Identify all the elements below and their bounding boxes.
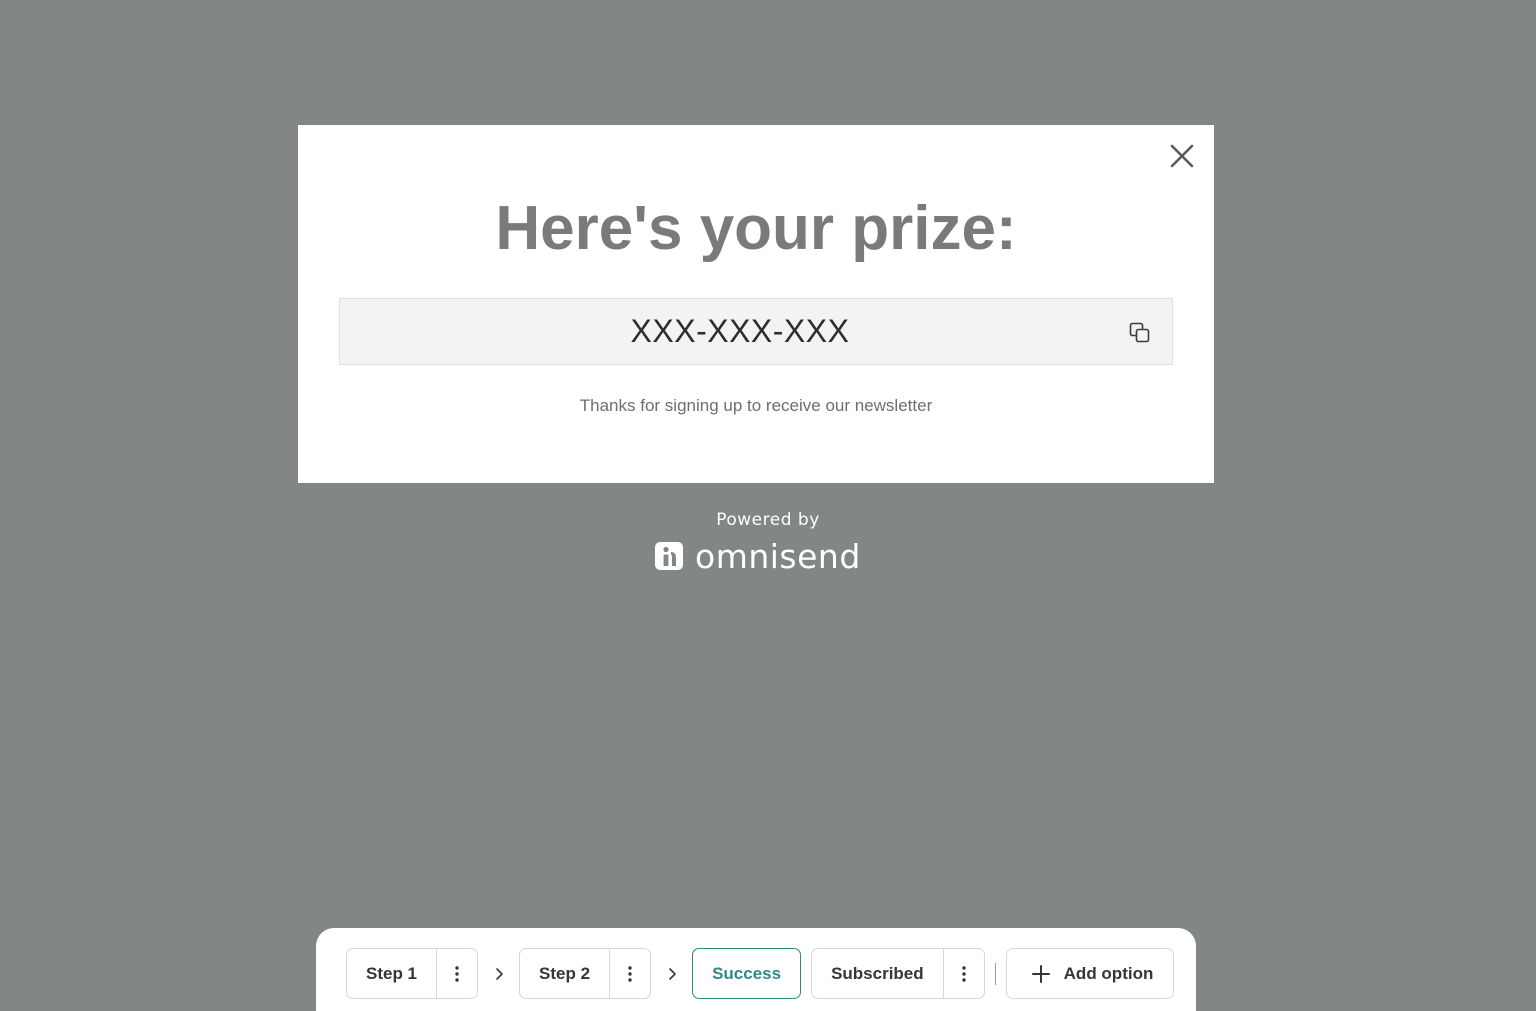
step-2-button[interactable]: Step 2 — [520, 949, 609, 998]
more-vertical-icon — [628, 965, 632, 982]
omnisend-wordmark: omnisend — [695, 536, 861, 576]
toolbar-divider — [994, 962, 996, 985]
editor-canvas: Here's your prize: XXX-XXX-XXX Thanks fo… — [0, 0, 1536, 1011]
omnisend-brand[interactable]: omnisend — [655, 536, 861, 576]
step-1-menu-button[interactable] — [436, 949, 477, 998]
close-icon[interactable] — [1168, 142, 1196, 170]
steps-list: Step 1 Step 2 Success Subscribed Add opt… — [346, 948, 1175, 999]
omnisend-logo-icon — [655, 542, 683, 570]
step-2-group: Step 2 — [519, 948, 652, 999]
powered-by-label: Powered by — [716, 510, 820, 530]
step-1-group: Step 1 — [346, 948, 479, 999]
subscribed-group: Subscribed — [811, 948, 985, 999]
chevron-right-icon — [478, 948, 519, 999]
add-option-button[interactable]: Add option — [1005, 948, 1175, 999]
subscribed-step-button[interactable]: Subscribed — [812, 949, 943, 998]
discount-code-field[interactable]: XXX-XXX-XXX — [339, 298, 1173, 365]
step-1-button[interactable]: Step 1 — [347, 949, 436, 998]
more-vertical-icon — [961, 965, 966, 982]
prize-popup: Here's your prize: XXX-XXX-XXX Thanks fo… — [298, 125, 1214, 483]
success-step-button[interactable]: Success — [692, 948, 802, 999]
popup-title: Here's your prize: — [495, 194, 1017, 263]
plus-icon — [1031, 964, 1050, 983]
add-option-label: Add option — [1063, 963, 1154, 983]
thanks-message: Thanks for signing up to receive our new… — [579, 396, 933, 415]
more-vertical-icon — [455, 965, 459, 982]
step-2-menu-button[interactable] — [609, 949, 650, 998]
step-navigation-bar: Step 1 Step 2 Success Subscribed Add opt… — [316, 928, 1196, 1011]
discount-code: XXX-XXX-XXX — [630, 313, 850, 349]
subscribed-menu-button[interactable] — [942, 949, 984, 998]
copy-icon[interactable] — [1128, 321, 1152, 345]
chevron-right-icon — [651, 948, 692, 999]
